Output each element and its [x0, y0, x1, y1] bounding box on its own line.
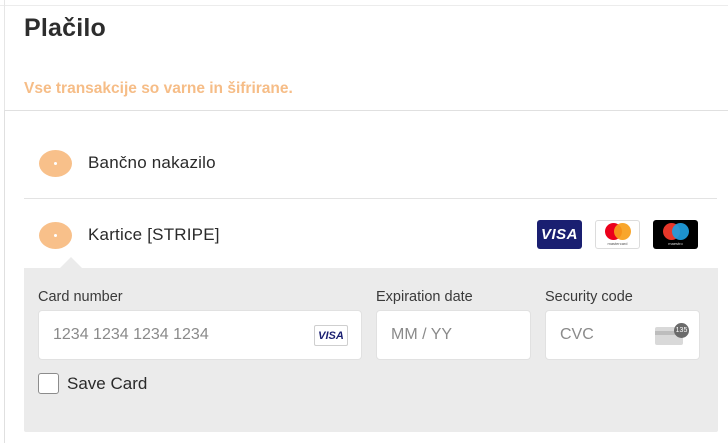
stripe-cards-label: Kartice [STRIPE] — [88, 225, 220, 244]
visa-brand-icon: VISA — [314, 325, 348, 346]
top-rule — [0, 0, 728, 6]
accepted-cards: VISA mastercard maestro — [537, 220, 698, 249]
expiration-placeholder: MM / YY — [391, 326, 453, 343]
stripe-cards-radio[interactable] — [39, 221, 72, 249]
expiration-date-input[interactable]: MM / YY — [376, 310, 531, 360]
page-title: Plačilo — [24, 14, 106, 42]
mastercard-logo-text: mastercard — [607, 241, 628, 246]
card-number-placeholder: 1234 1234 1234 1234 — [53, 326, 209, 343]
divider — [24, 198, 717, 199]
left-rule — [4, 0, 5, 110]
payment-method-bank-transfer[interactable]: Bančno nakazilo — [24, 128, 714, 198]
expiration-date-label: Expiration date — [376, 289, 473, 305]
cvc-placeholder: CVC — [560, 326, 594, 343]
maestro-logo-icon: maestro — [653, 220, 698, 249]
bank-transfer-label: Bančno nakazilo — [88, 153, 216, 172]
mastercard-logo-icon: mastercard — [595, 220, 640, 249]
cvc-badge: 135 — [674, 323, 689, 338]
card-number-label: Card number — [38, 289, 123, 305]
security-code-input[interactable]: CVC 135 — [545, 310, 700, 360]
visa-logo-icon: VISA — [537, 220, 582, 249]
save-card-option[interactable]: Save Card — [38, 373, 147, 394]
card-number-input[interactable]: 1234 1234 1234 1234 VISA — [38, 310, 362, 360]
save-card-checkbox[interactable] — [38, 373, 59, 394]
save-card-label: Save Card — [67, 373, 148, 393]
security-code-label: Security code — [545, 289, 633, 305]
security-notice: Vse transakcije so varne in šifrirane. — [24, 80, 293, 97]
maestro-logo-text: maestro — [668, 241, 683, 246]
cvc-card-icon: 135 — [655, 323, 689, 347]
bank-transfer-radio[interactable] — [39, 149, 72, 177]
